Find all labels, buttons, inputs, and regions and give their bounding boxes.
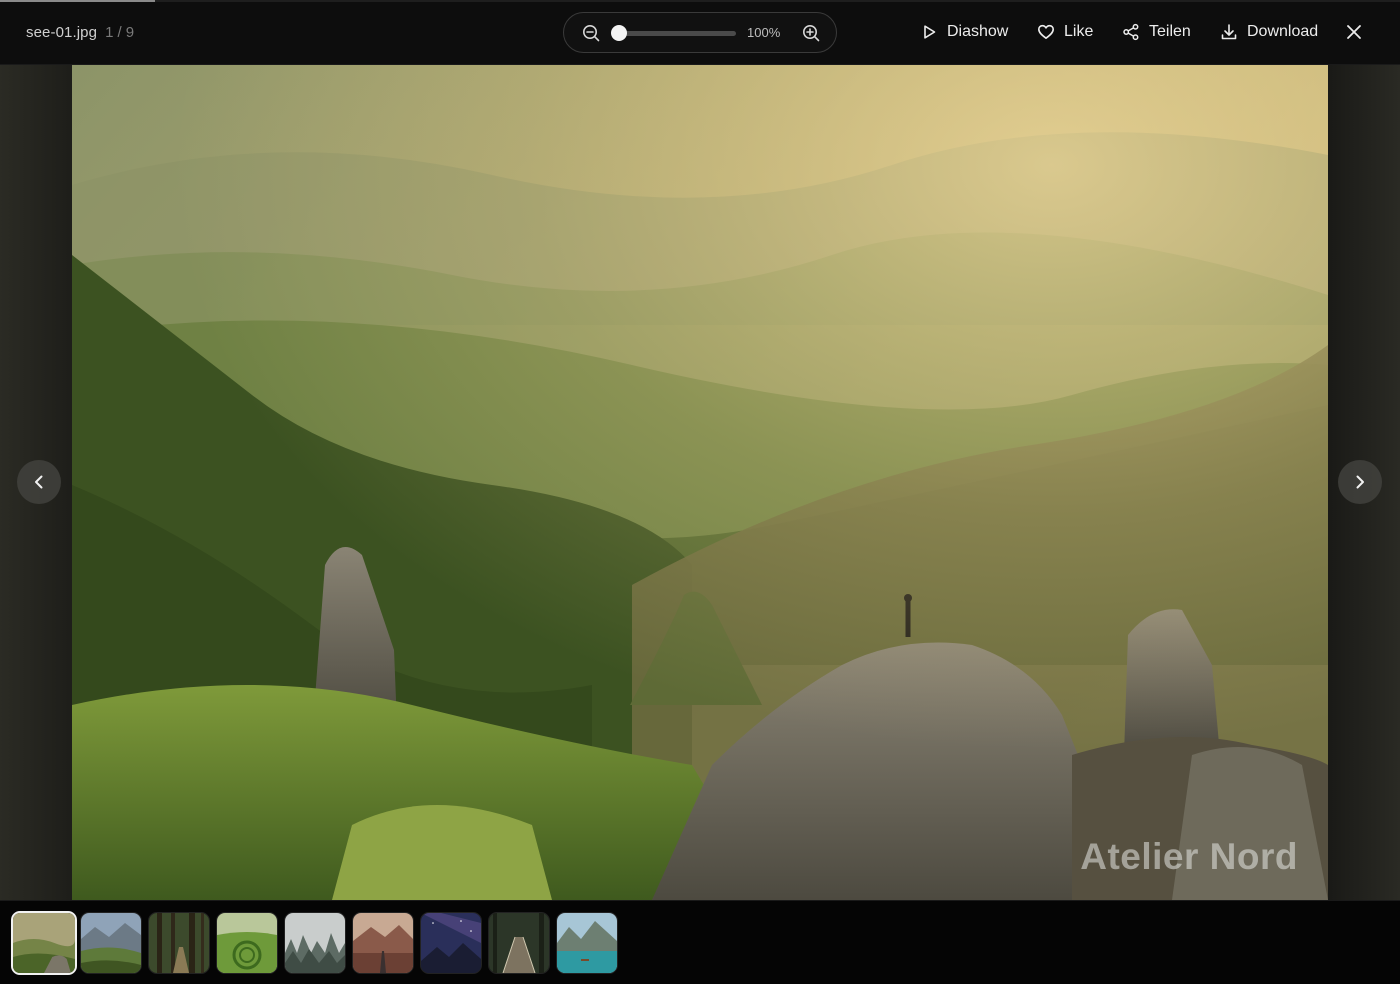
thumbnail-foggy-forest[interactable] <box>284 912 346 974</box>
file-info: see-01.jpg 1/9 <box>26 24 134 41</box>
share-icon <box>1123 23 1139 41</box>
zoom-slider-thumb[interactable] <box>611 25 627 41</box>
zoom-in-icon[interactable] <box>801 23 821 43</box>
thumbnail-image <box>285 913 345 973</box>
zoom-control: 100% <box>563 12 837 53</box>
chevron-left-icon <box>35 475 43 489</box>
download-icon <box>1221 24 1237 40</box>
thumbnail-misty-mountains[interactable] <box>11 911 77 975</box>
image-index: 1 <box>105 24 114 41</box>
thumbnail-forest-path[interactable] <box>148 912 210 974</box>
thumbnail-image <box>81 913 141 973</box>
thumbnail-night-sky-mountain[interactable] <box>420 912 482 974</box>
thumbnail-image <box>557 913 617 973</box>
thumbnail-mountain-lake[interactable] <box>556 912 618 974</box>
slideshow-button[interactable]: Diashow <box>920 20 1008 44</box>
thumbnail-forest-bridge[interactable] <box>488 912 550 974</box>
thumbnail-mountain-valley[interactable] <box>80 912 142 974</box>
thumbnail-image <box>353 913 413 973</box>
like-button[interactable]: Like <box>1037 20 1093 44</box>
heart-icon <box>1038 24 1054 39</box>
download-button[interactable]: Download <box>1220 20 1318 44</box>
zoom-out-icon[interactable] <box>581 23 601 43</box>
image-counter: 1/9 <box>105 24 134 41</box>
chevron-right-icon <box>1356 475 1364 489</box>
thumbnail-image <box>489 913 549 973</box>
counter-separator: / <box>117 24 122 41</box>
zoom-value: 100% <box>747 25 781 40</box>
thumbnail-image <box>217 913 277 973</box>
image-total: 9 <box>125 24 135 41</box>
thumbnail-green-field[interactable] <box>216 912 278 974</box>
play-icon <box>924 25 936 39</box>
previous-button[interactable] <box>17 460 61 504</box>
slideshow-label: Diashow <box>947 23 1009 40</box>
landscape-photo <box>72 65 1328 900</box>
share-button[interactable]: Teilen <box>1122 20 1191 44</box>
next-button[interactable] <box>1338 460 1382 504</box>
thumbnail-image <box>13 913 75 973</box>
file-name: see-01.jpg <box>26 24 98 41</box>
thumbnail-image <box>149 913 209 973</box>
image-stage: Atelier Nord <box>0 65 1400 900</box>
main-photo: Atelier Nord <box>72 65 1328 900</box>
thumbnail-desert-road[interactable] <box>352 912 414 974</box>
photo-watermark: Atelier Nord <box>1080 836 1298 877</box>
like-label: Like <box>1064 23 1094 40</box>
thumbnail-strip <box>0 900 1400 984</box>
image-viewer: see-01.jpg 1/9 100% Diashow Like Teilen … <box>0 0 1400 984</box>
share-label: Teilen <box>1149 23 1191 40</box>
close-icon[interactable] <box>1344 22 1364 42</box>
top-toolbar: see-01.jpg 1/9 100% Diashow Like Teilen … <box>0 2 1400 65</box>
zoom-slider[interactable] <box>611 25 736 41</box>
thumbnail-image <box>421 913 481 973</box>
download-label: Download <box>1247 23 1319 40</box>
